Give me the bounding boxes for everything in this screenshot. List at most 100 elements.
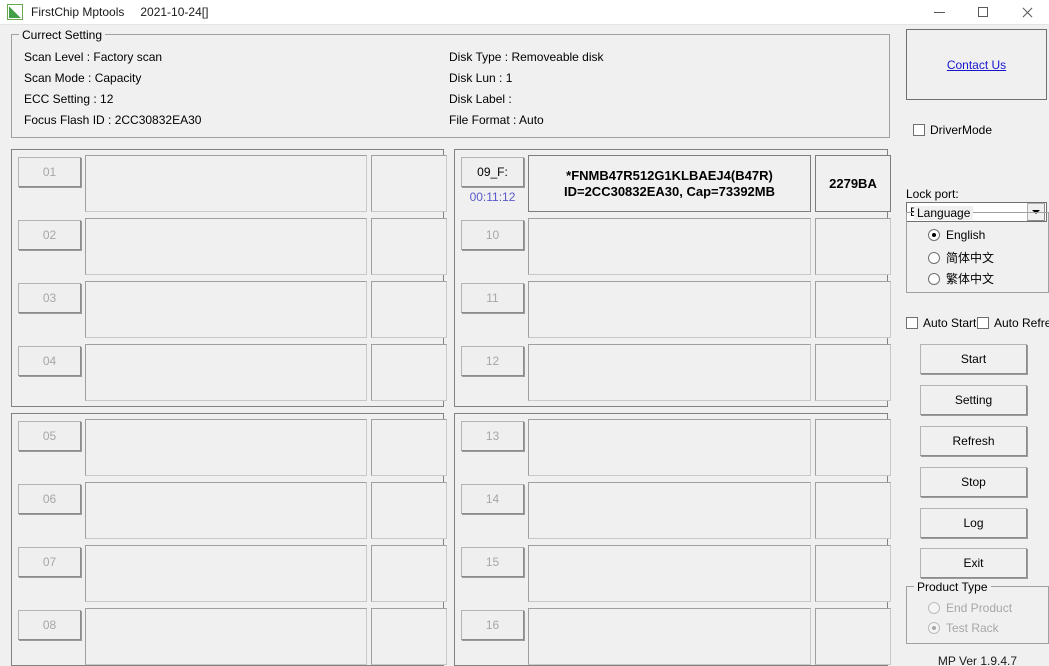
port-info-cell xyxy=(528,419,811,476)
refresh-button[interactable]: Refresh xyxy=(920,426,1027,456)
product-type-group-title: Product Type xyxy=(914,580,991,594)
language-option-english-label: English xyxy=(946,228,986,242)
language-group-title: Language xyxy=(914,206,974,220)
radio-icon xyxy=(928,272,940,285)
port-panel-quadrant-2: 09_F: 00:11:12 *FNMB47R512G1KLBAEJ4(B47R) … xyxy=(454,149,891,407)
contact-us-link[interactable]: Contact Us xyxy=(947,58,1006,72)
port-button-08[interactable]: 08 xyxy=(18,610,81,640)
window-title-date: 2021-10-24[] xyxy=(140,5,209,19)
port-button-02[interactable]: 02 xyxy=(18,220,81,250)
port-info-cell xyxy=(85,155,367,212)
language-option-traditional-chinese-label: 繁体中文 xyxy=(946,272,995,286)
port-row: 10 xyxy=(455,215,891,278)
exit-button[interactable]: Exit xyxy=(920,548,1027,578)
close-button[interactable] xyxy=(1005,0,1049,25)
language-option-simplified-chinese[interactable]: 简体中文 xyxy=(928,249,994,266)
port-code-cell xyxy=(815,545,891,602)
port-button-12[interactable]: 12 xyxy=(461,346,524,376)
port-row: 03 xyxy=(12,278,447,341)
drivermode-label: DriverMode xyxy=(930,123,993,137)
port-code-cell xyxy=(371,482,447,539)
maximize-button[interactable] xyxy=(961,0,1005,25)
port-button-10[interactable]: 10 xyxy=(461,220,524,250)
checkbox-icon xyxy=(906,317,918,329)
auto-refresh-checkbox[interactable]: Auto Refresh xyxy=(977,316,1049,330)
port-info-cell xyxy=(528,482,811,539)
port-row: 15 xyxy=(455,542,891,605)
port-row: 08 xyxy=(12,605,447,666)
port-panel-quadrant-4: 13 14 15 16 xyxy=(454,413,891,666)
language-option-english[interactable]: English xyxy=(928,228,985,242)
port-button-09F[interactable]: 09_F: xyxy=(461,157,524,187)
log-button[interactable]: Log xyxy=(920,508,1027,538)
port-button-03[interactable]: 03 xyxy=(18,283,81,313)
current-setting-title: Currect Setting xyxy=(19,28,106,42)
port-code-cell xyxy=(371,344,447,401)
port-code-cell: 2279BA xyxy=(815,155,891,212)
port-button-13[interactable]: 13 xyxy=(461,421,524,451)
port-info-cell xyxy=(85,545,367,602)
port-code-cell xyxy=(815,482,891,539)
port-code-cell xyxy=(815,281,891,338)
port-info-cell xyxy=(528,608,811,665)
port-row: 11 xyxy=(455,278,891,341)
port-code-cell xyxy=(815,419,891,476)
setting-file-format: File Format : Auto xyxy=(449,113,544,127)
current-setting-left-column: Scan Level : Factory scan Scan Mode : Ca… xyxy=(24,47,201,131)
checkbox-icon xyxy=(913,124,925,136)
port-row: 14 xyxy=(455,479,891,542)
port-code-cell xyxy=(371,419,447,476)
product-type-option-end-product: End Product xyxy=(928,601,1012,615)
window-title: FirstChip Mptools xyxy=(31,5,125,19)
port-button-07[interactable]: 07 xyxy=(18,547,81,577)
product-type-option-test-rack: Test Rack xyxy=(928,621,999,635)
lock-port-label: Lock port: xyxy=(906,187,959,201)
setting-button[interactable]: Setting xyxy=(920,385,1027,415)
port-code-cell xyxy=(371,281,447,338)
green-flag-icon xyxy=(7,4,23,20)
setting-disk-lun: Disk Lun : 1 xyxy=(449,71,513,85)
port-info-cell xyxy=(85,344,367,401)
port-info-cell xyxy=(85,419,367,476)
port-info-cell: *FNMB47R512G1KLBAEJ4(B47R) ID=2CC30832EA… xyxy=(528,155,811,212)
stop-button[interactable]: Stop xyxy=(920,467,1027,497)
checkbox-icon xyxy=(977,317,989,329)
port-row: 05 xyxy=(12,416,447,479)
auto-refresh-label: Auto Refresh xyxy=(994,316,1049,330)
port-button-14[interactable]: 14 xyxy=(461,484,524,514)
title-bar: FirstChip Mptools 2021-10-24[] xyxy=(0,0,1049,25)
application-window: FirstChip Mptools 2021-10-24[] Currect S… xyxy=(0,0,1049,666)
auto-start-checkbox[interactable]: Auto Start xyxy=(906,316,976,330)
port-code-cell xyxy=(815,218,891,275)
language-option-simplified-chinese-label: 简体中文 xyxy=(946,251,995,265)
port-info-text: *FNMB47R512G1KLBAEJ4(B47R) ID=2CC30832EA… xyxy=(563,167,775,199)
port-code-cell xyxy=(815,608,891,665)
product-type-option-end-product-label: End Product xyxy=(946,601,1013,615)
minimize-button[interactable] xyxy=(917,0,961,25)
radio-icon xyxy=(928,229,940,241)
port-button-04[interactable]: 04 xyxy=(18,346,81,376)
start-button[interactable]: Start xyxy=(920,344,1027,374)
language-option-traditional-chinese[interactable]: 繁体中文 xyxy=(928,270,994,287)
language-group: Language English 简体中文 繁体中文 xyxy=(906,206,1049,293)
port-button-01[interactable]: 01 xyxy=(18,157,81,187)
port-code-cell xyxy=(371,155,447,212)
version-label: MP Ver 1.9.4.7 xyxy=(937,654,1018,666)
port-button-11[interactable]: 11 xyxy=(461,283,524,313)
setting-focus-flash-id: Focus Flash ID : 2CC30832EA30 xyxy=(24,113,202,127)
port-info-cell xyxy=(528,281,811,338)
port-row: 06 xyxy=(12,479,447,542)
port-info-cell xyxy=(85,218,367,275)
port-button-06[interactable]: 06 xyxy=(18,484,81,514)
current-setting-right-column: Disk Type : Removeable disk Disk Lun : 1… xyxy=(449,47,604,131)
port-button-15[interactable]: 15 xyxy=(461,547,524,577)
port-button-05[interactable]: 05 xyxy=(18,421,81,451)
drivermode-checkbox[interactable]: DriverMode xyxy=(913,123,992,137)
port-row: 09_F: 00:11:12 *FNMB47R512G1KLBAEJ4(B47R) … xyxy=(455,152,891,215)
port-info-cell xyxy=(85,482,367,539)
port-panel-quadrant-1: 01 02 03 04 xyxy=(11,149,447,407)
port-code-cell xyxy=(371,608,447,665)
port-row: 04 xyxy=(12,341,447,404)
port-button-16[interactable]: 16 xyxy=(461,610,524,640)
current-setting-group: Currect Setting Scan Level : Factory sca… xyxy=(11,28,890,138)
